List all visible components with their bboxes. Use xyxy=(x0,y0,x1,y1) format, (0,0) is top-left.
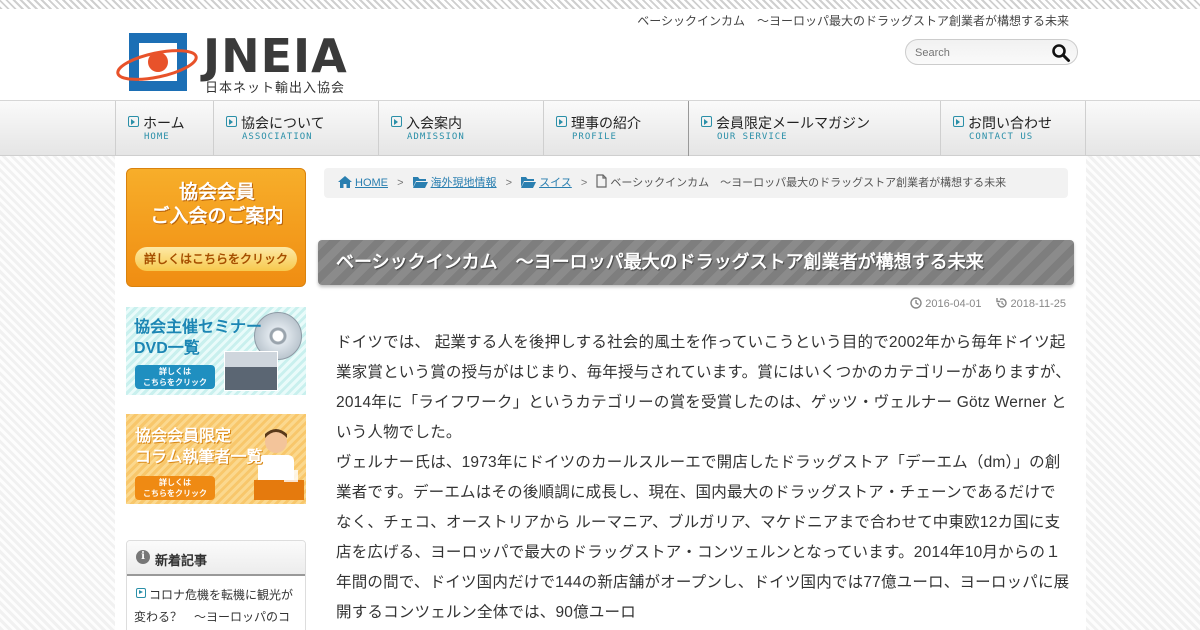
banner-cta: 詳しくはこちらをクリック xyxy=(135,247,297,271)
post-dates: 2016-04-01 2018-11-25 xyxy=(910,297,1066,310)
seminar-dvd-banner[interactable]: 協会主催セミナー DVD一覧 詳しくは こちらをクリック xyxy=(126,307,306,395)
banner-cta: 詳しくは こちらをクリック xyxy=(135,365,215,389)
widget-title: 新着記事 xyxy=(155,553,208,568)
search-icon[interactable] xyxy=(1051,43,1071,63)
nav-item-contact[interactable]: お問い合わせ CONTACT US xyxy=(940,101,1086,156)
banner-title-line: DVD一覧 xyxy=(134,340,200,357)
nav-item-profile[interactable]: 理事の紹介 PROFILE xyxy=(543,101,688,156)
info-icon: i xyxy=(136,550,150,564)
nav-label: ホーム xyxy=(143,115,185,131)
content-wrapper: 協会会員 ご入会のご案内 詳しくはこちらをクリック 協会主催セミナー DVD一覧… xyxy=(115,156,1086,630)
banner-cta-line: こちらをクリック xyxy=(143,489,207,498)
site-header: ベーシックインカム 〜ヨーロッパ最大のドラッグストア創業者が構想する未来 JNE… xyxy=(0,9,1200,100)
banner-cta: 詳しくは こちらをクリック xyxy=(135,476,215,500)
list-arrow-icon xyxy=(136,588,146,598)
nav-sublabel: HOME xyxy=(144,132,170,142)
post-paragraph: ヴェルナー氏は、1973年にドイツのカールスルーエで開店したドラッグストア「デー… xyxy=(336,454,1070,621)
nav-item-admission[interactable]: 入会案内 ADMISSION xyxy=(378,101,543,156)
folder-icon xyxy=(412,177,428,188)
nav-item-association[interactable]: 協会について ASSOCIATION xyxy=(213,101,378,156)
banner-cta-line: こちらをクリック xyxy=(143,378,207,387)
breadcrumb-separator: > xyxy=(505,177,513,189)
banner-title: 協会会員 ご入会のご案内 xyxy=(127,181,305,229)
nav-arrow-icon xyxy=(226,116,237,127)
logo-subtitle: 日本ネット輸出入協会 xyxy=(205,80,346,95)
nav-arrow-icon xyxy=(701,116,712,127)
post-title: ベーシックインカム 〜ヨーロッパ最大のドラッグストア創業者が構想する未来 xyxy=(318,240,1074,285)
banner-title-line: ご入会のご案内 xyxy=(150,206,284,227)
post-paragraph: ドイツでは、 起業する人を後押しする社会的風土を作っていこうという目的で2002… xyxy=(336,334,1071,441)
breadcrumb: HOME > 海外現地情報 > スイス > ベーシックインカム 〜ヨーロッパ最大… xyxy=(324,168,1068,198)
nav-arrow-icon xyxy=(556,116,567,127)
recent-posts-widget: i 新着記事 コロナ危機を転機に観光が変わる？ 〜ヨーロッパのコ xyxy=(126,540,306,630)
banner-title: 協会会員限定 コラム執筆者一覧 xyxy=(135,426,263,468)
site-tagline: ベーシックインカム 〜ヨーロッパ最大のドラッグストア創業者が構想する未来 xyxy=(637,14,1069,28)
columnist-banner[interactable]: 協会会員限定 コラム執筆者一覧 詳しくは こちらをクリック xyxy=(126,414,306,504)
logo-text: JNEIA xyxy=(203,29,348,83)
site-logo[interactable]: JNEIA 日本ネット輸出入協会 xyxy=(115,29,348,99)
update-icon xyxy=(995,298,1007,308)
updated-date: 2018-11-25 xyxy=(1010,298,1066,310)
banner-title-line: コラム執筆者一覧 xyxy=(135,449,263,466)
membership-banner[interactable]: 協会会員 ご入会のご案内 詳しくはこちらをクリック xyxy=(126,168,306,287)
post-body: ドイツでは、 起業する人を後押しする社会的風土を作っていこうという目的で2002… xyxy=(336,328,1071,628)
clock-icon xyxy=(910,297,922,309)
banner-cta-line: 詳しくは xyxy=(159,478,191,487)
nav-label: 入会案内 xyxy=(406,115,462,131)
nav-arrow-icon xyxy=(128,116,139,127)
banner-title: 協会主催セミナー DVD一覧 xyxy=(134,317,262,359)
nav-label: お問い合わせ xyxy=(968,115,1052,131)
breadcrumb-separator: > xyxy=(397,177,404,189)
nav-arrow-icon xyxy=(953,116,964,127)
nav-sublabel: OUR SERVICE xyxy=(717,132,788,142)
breadcrumb-current: ベーシックインカム 〜ヨーロッパ最大のドラッグストア創業者が構想する未来 xyxy=(610,177,1007,189)
nav-label: 会員限定メールマガジン xyxy=(716,115,870,131)
breadcrumb-subcategory-link[interactable]: スイス xyxy=(539,177,572,189)
banner-title-line: 協会会員 xyxy=(178,182,255,203)
home-icon xyxy=(338,176,352,188)
nav-label: 理事の紹介 xyxy=(571,115,641,131)
nav-item-home[interactable]: ホーム HOME xyxy=(115,101,213,156)
document-icon xyxy=(596,174,607,188)
breadcrumb-separator: > xyxy=(580,177,588,189)
breadcrumb-home-link[interactable]: HOME xyxy=(355,177,388,189)
search-input[interactable] xyxy=(915,44,1045,61)
published-date: 2016-04-01 xyxy=(925,298,982,310)
nav-label: 協会について xyxy=(241,115,325,131)
recent-post-link[interactable]: コロナ危機を転機に観光が変わる？ 〜ヨーロッパのコ xyxy=(134,584,298,628)
banner-title-line: 協会主催セミナー xyxy=(134,319,263,336)
banner-cta-line: 詳しくは xyxy=(159,367,191,376)
nav-arrow-icon xyxy=(391,116,402,127)
widget-header: i 新着記事 xyxy=(127,541,305,576)
search-box xyxy=(905,39,1078,65)
main-nav: ホーム HOME 協会について ASSOCIATION 入会案内 ADMISSI… xyxy=(0,100,1200,156)
breadcrumb-category-link[interactable]: 海外現地情報 xyxy=(431,177,497,189)
nav-sublabel: ADMISSION xyxy=(407,132,465,142)
folder-icon xyxy=(521,177,537,188)
top-stripe xyxy=(0,0,1200,9)
nav-sublabel: ASSOCIATION xyxy=(242,132,313,142)
logo-mark-icon xyxy=(116,33,198,91)
widget-body: コロナ危機を転機に観光が変わる？ 〜ヨーロッパのコ xyxy=(127,576,305,630)
nav-sublabel: PROFILE xyxy=(572,132,617,142)
banner-title-line: 協会会員限定 xyxy=(135,428,232,445)
nav-item-mail-magazine[interactable]: 会員限定メールマガジン OUR SERVICE xyxy=(688,101,940,156)
nav-sublabel: CONTACT US xyxy=(969,132,1034,142)
